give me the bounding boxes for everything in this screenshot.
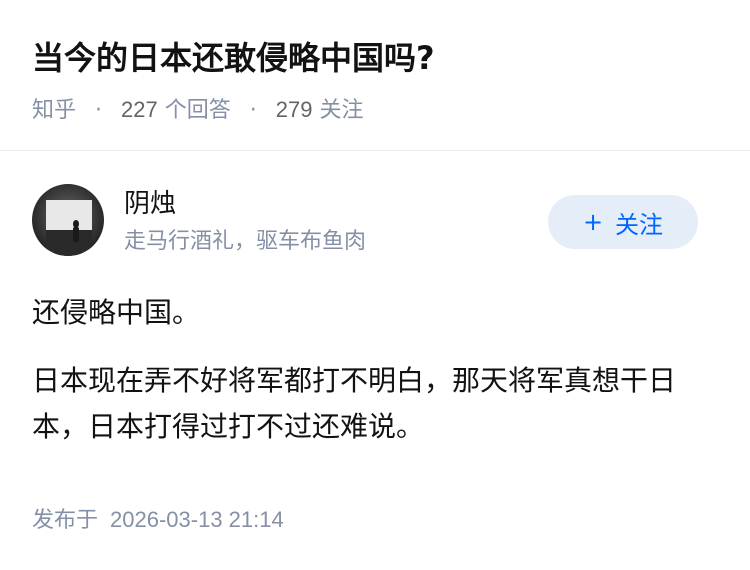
avatar[interactable]: [32, 184, 104, 256]
answer-count: 227: [121, 97, 158, 122]
question-header: 当今的日本还敢侵略中国吗? 知乎 · 227 个回答 · 279 关注: [0, 0, 750, 151]
publish-time: 发布于 2026-03-13 21:14: [32, 504, 284, 537]
question-title[interactable]: 当今的日本还敢侵略中国吗?: [32, 36, 435, 80]
avatar-image: [32, 184, 104, 256]
source-label[interactable]: 知乎: [32, 98, 76, 123]
question-meta: 知乎 · 227 个回答 · 279 关注: [32, 94, 363, 127]
answer-content: 还侵略中国。 日本现在弄不好将军都打不明白，那天将军真想干日本，日本打得过打不过…: [32, 290, 722, 472]
answer-paragraph: 日本现在弄不好将军都打不明白，那天将军真想干日本，日本打得过打不过还难说。: [32, 364, 677, 443]
answer-page: 当今的日本还敢侵略中国吗? 知乎 · 227 个回答 · 279 关注 阴烛 走…: [0, 0, 750, 570]
published-label: 发布于: [32, 508, 99, 533]
follower-count-label: 关注: [319, 98, 364, 123]
follower-count: 279: [275, 97, 313, 122]
answer-count-label: 个回答: [164, 98, 231, 123]
follow-button[interactable]: + 关注: [548, 195, 698, 249]
meta-separator: ·: [95, 98, 103, 123]
meta-separator: ·: [249, 98, 257, 123]
follow-button-label: 关注: [615, 210, 664, 239]
author-name[interactable]: 阴烛: [124, 186, 176, 222]
author-bio: 走马行酒礼，驱车布鱼肉: [124, 229, 367, 254]
timestamp: 2026-03-13 21:14: [110, 507, 284, 532]
answer-paragraph: 还侵略中国。: [32, 296, 201, 329]
plus-icon: +: [582, 208, 604, 236]
